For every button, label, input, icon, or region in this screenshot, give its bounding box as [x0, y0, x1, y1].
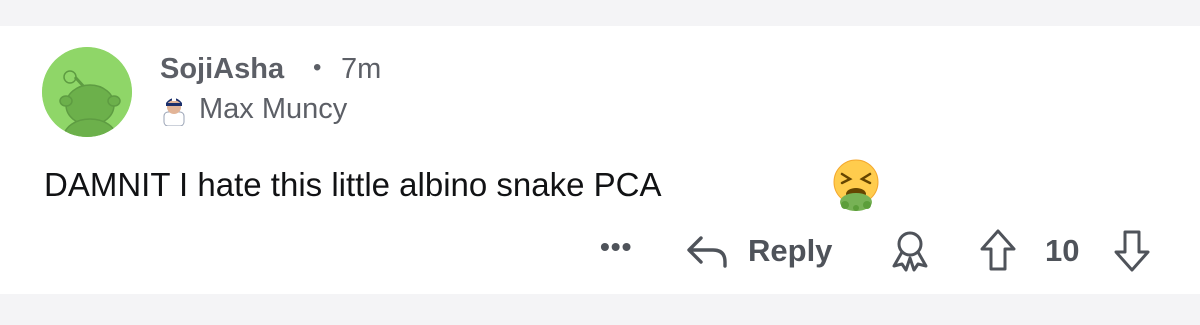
vote-count: 10 — [1045, 233, 1080, 268]
top-separator-band — [0, 0, 1200, 26]
user-avatar[interactable] — [42, 47, 132, 137]
downvote-arrow-icon[interactable] — [1112, 228, 1152, 274]
reply-arrow-icon[interactable] — [683, 230, 731, 272]
flair-avatar-icon — [163, 98, 185, 126]
comment-body: DAMNIT I hate this little albino snake P… — [44, 166, 662, 203]
snoo-avatar-icon — [42, 47, 132, 137]
reply-button[interactable]: Reply — [748, 233, 832, 269]
award-icon[interactable] — [888, 228, 932, 274]
more-options-button[interactable]: ••• — [600, 231, 632, 263]
comment-age: 7m — [341, 53, 382, 85]
comment-card: SojiAsha • 7m Max Muncy DAMNIT I hate th… — [0, 26, 1200, 294]
upvote-arrow-icon[interactable] — [978, 227, 1018, 273]
meta-separator: • — [313, 54, 322, 81]
bottom-separator-band — [0, 294, 1200, 325]
nauseated-vomiting-face-icon — [833, 159, 879, 211]
author-username[interactable]: SojiAsha — [160, 53, 284, 86]
user-flair: Max Muncy — [199, 93, 348, 125]
